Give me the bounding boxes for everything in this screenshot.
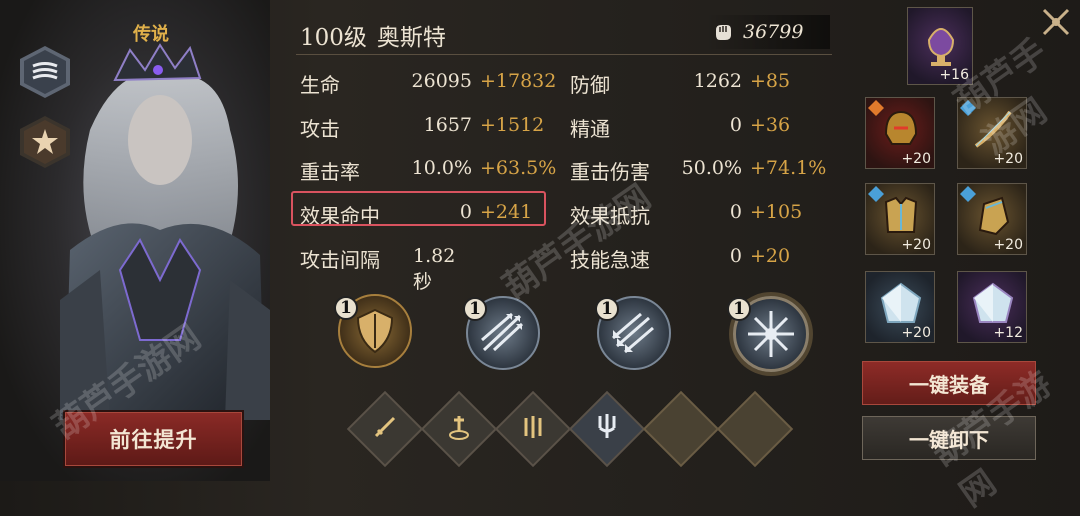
hero-title: 100级 奥斯特: [300, 18, 456, 52]
sword-stone-rune-icon: [449, 416, 469, 440]
equip-level: +20: [993, 237, 1023, 253]
stat-base: 26095: [411, 70, 472, 92]
armor-icon: [884, 196, 918, 233]
rune-slot[interactable]: [568, 390, 646, 468]
stat-bonus: +105: [750, 201, 803, 223]
equip-slot-armor[interactable]: +20: [865, 183, 935, 255]
rune-slot[interactable]: [346, 390, 424, 468]
equip-level: +20: [901, 325, 931, 341]
power-display: 36799: [705, 15, 830, 49]
gem-icon: [880, 282, 922, 323]
stat-name: 精通: [570, 117, 610, 141]
effect-hit-highlight: [291, 191, 546, 226]
stat-base: 10.0%: [411, 157, 472, 179]
equip-slot-gem1[interactable]: +20: [865, 271, 935, 343]
rune-slot[interactable]: [494, 390, 572, 468]
stat-bonus: +1512: [480, 114, 545, 136]
rarity-label: 传说: [133, 24, 169, 45]
equip-slot-gem2[interactable]: +12: [957, 271, 1027, 343]
stat-name: 防御: [570, 73, 610, 97]
gloves-icon: [978, 196, 1010, 236]
power-value: 36799: [743, 21, 804, 43]
equip-slot-gloves[interactable]: +20: [957, 183, 1027, 255]
rune-slot[interactable]: [420, 390, 498, 468]
stat-base: 1262: [693, 70, 742, 92]
hero-level: 100级: [300, 25, 367, 51]
helmet-icon: [884, 110, 918, 145]
stat-name: 攻击间隔: [300, 248, 380, 272]
wind-icon: [32, 62, 58, 80]
gem-icon: [972, 282, 1014, 323]
equip-slot-helmet[interactable]: +20: [865, 97, 935, 169]
trident-rune-icon: [598, 414, 616, 438]
title-divider: [296, 54, 832, 55]
star-icon: [32, 129, 58, 154]
skill-level-badge: 1: [595, 297, 619, 321]
skill-level-badge: 1: [463, 297, 487, 321]
stat-base: 0: [729, 245, 742, 267]
rune-slot-empty[interactable]: [716, 390, 794, 468]
stat-base: 0: [729, 114, 742, 136]
equip-level: +20: [901, 151, 931, 167]
stat-base: 0: [729, 201, 742, 223]
stat-bonus: +85: [750, 70, 791, 92]
stat-bonus: +36: [750, 114, 791, 136]
stat-name: 攻击: [300, 117, 340, 141]
hero-name: 奥斯特: [376, 25, 446, 51]
fist-icon: [716, 25, 731, 40]
stat-base: 1657: [423, 114, 472, 136]
stat-base: 50.0%: [681, 157, 742, 179]
stat-base: 1.82秒: [413, 245, 456, 293]
stat-bonus: +63.5%: [480, 157, 557, 179]
stat-name: 重击率: [300, 160, 360, 184]
skill-level-badge: 1: [334, 296, 358, 320]
lamp-icon: [927, 28, 955, 66]
stat-bonus: +17832: [480, 70, 557, 92]
sword-rune-icon: [374, 416, 396, 438]
equip-level: +12: [993, 325, 1023, 341]
skill-level-badge: 1: [727, 297, 751, 321]
stat-bonus: +74.1%: [750, 157, 827, 179]
rune-slot-empty[interactable]: [642, 390, 720, 468]
equip-level: +20: [901, 237, 931, 253]
triple-blade-rune-icon: [524, 416, 542, 438]
stat-name: 生命: [300, 73, 340, 97]
stat-bonus: +20: [750, 245, 791, 267]
